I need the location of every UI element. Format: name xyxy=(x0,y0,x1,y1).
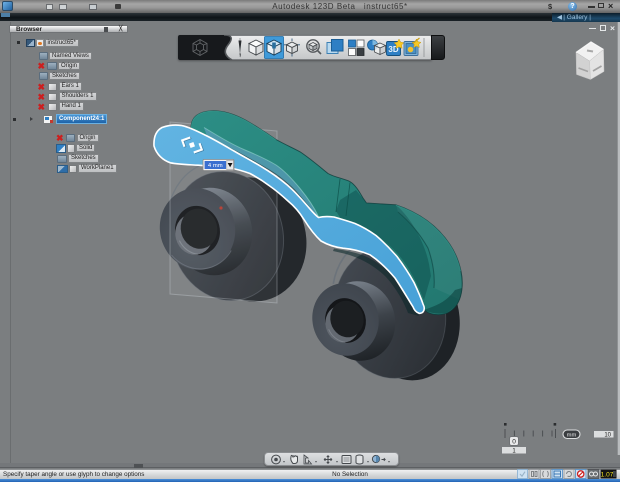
svg-text:mm: mm xyxy=(567,433,577,439)
svg-text:0: 0 xyxy=(512,439,516,446)
svg-text:10: 10 xyxy=(604,433,611,439)
svg-text:1.07: 1.07 xyxy=(601,472,614,479)
svg-text:4 mm: 4 mm xyxy=(208,163,223,169)
